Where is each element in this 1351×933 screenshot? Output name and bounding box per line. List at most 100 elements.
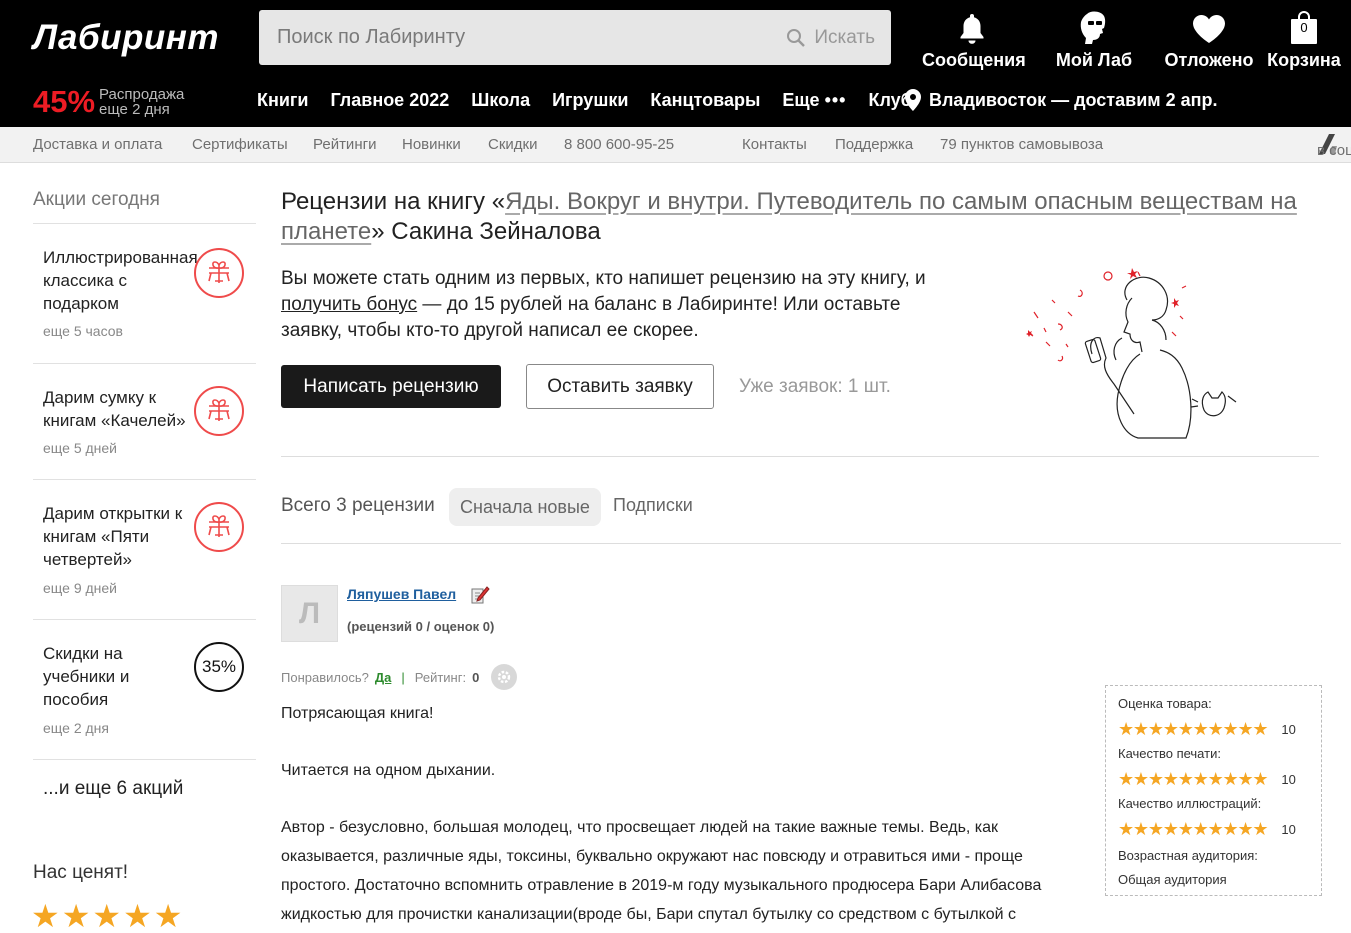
deferred-label: Отложено (1164, 50, 1254, 70)
promo-time: еще 2 дня (43, 720, 109, 736)
subnav-phone[interactable]: 8 800 600-95-25 (564, 136, 674, 153)
sale-remaining: еще 2 дня (99, 101, 170, 118)
subnav-contacts[interactable]: Контакты (742, 136, 807, 153)
subnav-certificates[interactable]: Сертификаты (192, 136, 288, 153)
store-rating-stars: ★★★★★ (31, 898, 185, 933)
top-header: Лабиринт Искать Сообщения Мой Лаб Отложе… (0, 0, 1351, 127)
review-paragraph: Читается на одном дыхании. (281, 762, 496, 779)
intro-text: Вы можете стать одним из первых, кто нап… (281, 266, 931, 344)
subnav-ratings[interactable]: Рейтинги (313, 136, 376, 153)
subnav-new[interactable]: Новинки (402, 136, 461, 153)
score-value: 10 (1281, 821, 1296, 837)
promo-item[interactable]: Скидки на учебники и пособия еще 2 дня 3… (33, 619, 256, 759)
review-paragraph: Потрясающая книга! (281, 705, 434, 722)
promo-item[interactable]: Иллюстрированная классика с подарком еще… (33, 223, 256, 363)
more-promos-link[interactable]: ...и еще 6 акций (43, 778, 183, 800)
gift-icon (194, 386, 244, 436)
subnav-support[interactable]: Поддержка (835, 136, 913, 153)
mylab-link[interactable]: Мой Лаб (1052, 8, 1136, 71)
location-selector[interactable]: Владивосток — доставим 2 апр. (905, 89, 1217, 111)
sale-title: Распродажа (99, 86, 185, 103)
nav-item-books[interactable]: Книги (257, 90, 309, 111)
score-label: Качество иллюстраций: (1118, 796, 1262, 811)
like-yes-link[interactable]: Да (375, 670, 392, 685)
subnav-discounts[interactable]: Скидки (488, 136, 537, 153)
review-author-link[interactable]: Ляпушев Павел (347, 586, 456, 602)
review-feedback-row: Понравилось? Да | Рейтинг: 0 (281, 664, 518, 690)
nav-item-more[interactable]: Еще ••• (782, 90, 846, 111)
promo-name: Дарим сумку к книгам «Качелей» (43, 388, 186, 430)
search-bar: Искать (259, 10, 891, 65)
bell-icon (960, 14, 984, 44)
discount-badge: 35% (194, 642, 244, 692)
reviews-total: Всего 3 рецензии (281, 495, 435, 516)
profile-icon (1080, 11, 1106, 44)
promo-time: еще 5 часов (43, 323, 123, 339)
promo-item[interactable]: Дарим сумку к книгам «Качелей» еще 5 дне… (33, 363, 256, 479)
review-scores-box: Оценка товара: ★★★★★★★★★★ 10 Качество печ… (1105, 685, 1322, 896)
cart-count: 0 (1300, 20, 1308, 35)
deferred-link[interactable]: Отложено (1163, 8, 1255, 71)
woman-with-phone-illustration (1026, 268, 1237, 439)
main-nav: Книги Главное 2022 Школа Игрушки Канцтов… (257, 90, 912, 111)
promo-divider (33, 759, 256, 760)
audience-label: Возрастная аудитория: (1118, 848, 1258, 863)
review-paragraph: Автор - безусловно, большая молодец, что… (281, 819, 1042, 923)
bonus-link[interactable]: получить бонус (281, 294, 417, 315)
score-value: 10 (1281, 721, 1296, 737)
cart-link[interactable]: 0 Корзина (1264, 8, 1344, 71)
rated-title: Нас ценят! (33, 862, 129, 883)
audience-value: Общая аудитория (1118, 872, 1227, 887)
title-suffix: » Сакина Зейналова (371, 218, 601, 245)
author-stats: (рецензий 0 / оценок 0) (347, 619, 495, 634)
score-stars: ★★★★★★★★★★ (1118, 818, 1269, 839)
rating-label: Рейтинг: (414, 669, 467, 685)
score-stars: ★★★★★★★★★★ (1118, 768, 1269, 789)
rating-gear-icon[interactable] (491, 664, 518, 690)
tab-subscriptions[interactable]: Подписки (613, 495, 693, 516)
promos-title: Акции сегодня (33, 189, 160, 210)
title-prefix: Рецензии на книгу « (281, 188, 506, 215)
page-title: Рецензии на книгу «Яды. Вокруг и внутри.… (281, 187, 1326, 247)
search-input[interactable] (277, 10, 757, 65)
more-dots-icon: ••• (824, 90, 847, 110)
divider (281, 543, 1341, 544)
search-icon (787, 29, 806, 47)
write-review-button[interactable]: Написать рецензию (281, 365, 501, 408)
location-label: Владивосток — доставим 2 апр. (929, 89, 1218, 110)
intro-part1: Вы можете стать одним из первых, кто нап… (281, 268, 926, 289)
heart-icon (1193, 15, 1225, 43)
nav-item-main-2022[interactable]: Главное 2022 (331, 90, 450, 111)
secondary-nav: Доставка и оплата Сертификаты Рейтинги Н… (0, 127, 1351, 163)
edit-pencil-icon[interactable] (470, 584, 490, 611)
divider (281, 456, 1319, 457)
sale-banner[interactable]: 45% Распродажа еще 2 дня (33, 84, 184, 120)
nav-item-toys[interactable]: Игрушки (552, 90, 628, 111)
gift-icon (194, 502, 244, 552)
messages-link[interactable]: Сообщения (922, 8, 1026, 71)
social-link[interactable]: в соцсетях (1317, 133, 1351, 159)
leave-request-button[interactable]: Оставить заявку (526, 364, 714, 409)
nav-item-stationery[interactable]: Канцтовары (650, 90, 760, 111)
promo-name: Иллюстрированная классика с подарком (43, 248, 198, 313)
messages-label: Сообщения (922, 50, 1026, 70)
promo-name: Дарим открытки к книгам «Пяти четвертей» (43, 504, 183, 569)
site-logo[interactable]: Лабиринт (33, 18, 219, 58)
promo-time: еще 5 дней (43, 440, 118, 456)
promo-name: Скидки на учебники и пособия (43, 644, 130, 709)
promo-item[interactable]: Дарим открытки к книгам «Пяти четвертей»… (33, 479, 256, 619)
subnav-pickup-points[interactable]: 79 пунктов самовывоза (940, 136, 1103, 153)
score-stars: ★★★★★★★★★★ (1118, 718, 1269, 739)
location-pin-icon (905, 89, 921, 111)
subnav-delivery[interactable]: Доставка и оплата (33, 136, 162, 153)
nav-item-school[interactable]: Школа (471, 90, 530, 111)
separator: | (401, 669, 405, 685)
social-label: в соцсетях (1317, 142, 1351, 159)
search-button[interactable]: Искать (786, 24, 875, 52)
score-label: Качество печати: (1118, 746, 1221, 761)
avatar[interactable]: Л (281, 585, 338, 642)
cart-label: Корзина (1267, 50, 1341, 70)
requests-count: Уже заявок: 1 шт. (739, 376, 891, 397)
tab-newest-first[interactable]: Сначала новые (449, 488, 601, 526)
review-body: Потрясающая книга! Читается на одном дых… (281, 699, 1081, 933)
